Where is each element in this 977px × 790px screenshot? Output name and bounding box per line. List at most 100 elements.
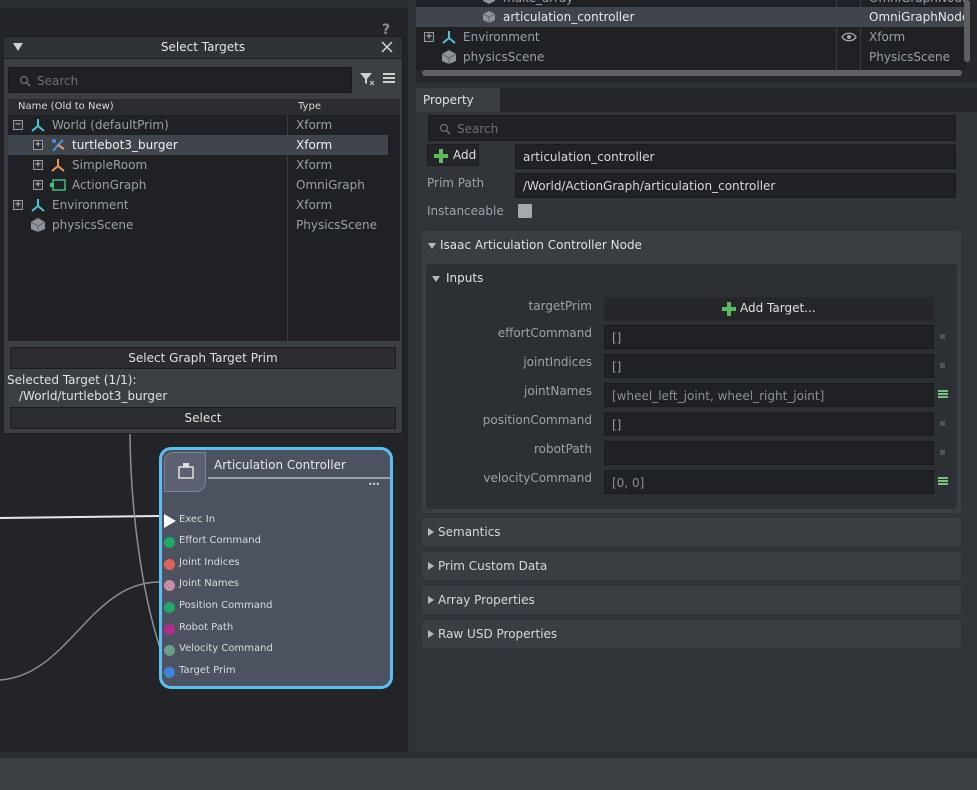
dialog-title: Select Targets xyxy=(160,40,246,54)
prim-name-field[interactable]: articulation_controller xyxy=(515,144,956,169)
section-expanded-icon[interactable] xyxy=(428,243,436,249)
prim-path-field[interactable]: /World/ActionGraph/articulation_controll… xyxy=(515,173,956,198)
node-section-title[interactable]: Isaac Articulation Controller Node xyxy=(440,238,642,252)
search-input[interactable]: Search xyxy=(8,67,352,93)
node-icon xyxy=(483,0,495,4)
stage-row-type: OmniGraphNode xyxy=(869,10,970,24)
input-label-robot-path: robotPath xyxy=(533,442,592,456)
filter-icon[interactable] xyxy=(359,71,375,87)
tree-row-name: SimpleRoom xyxy=(72,158,148,172)
position-command-default-marker[interactable] xyxy=(940,421,945,426)
selected-target-label: Selected Target (1/1): xyxy=(7,373,137,387)
col-type-header[interactable]: Type xyxy=(298,101,321,112)
tree-row-name: physicsScene xyxy=(52,218,134,232)
stage-row[interactable]: + Environment Xform xyxy=(416,27,966,47)
target-prim-port[interactable] xyxy=(164,667,175,678)
port-label-exec-in: Exec In xyxy=(179,514,216,525)
expand-toggle-icon[interactable]: + xyxy=(33,180,43,190)
section-array-properties[interactable]: Array Properties xyxy=(422,586,961,614)
section-semantics[interactable]: Semantics xyxy=(422,518,961,546)
tree-row[interactable]: − World (defaultPrim) Xform xyxy=(8,115,400,135)
tree-row[interactable]: + Environment Xform xyxy=(8,195,400,215)
position-command-port[interactable] xyxy=(164,602,175,613)
expand-toggle-icon[interactable]: + xyxy=(33,160,43,170)
stage-row[interactable]: physicsScene PhysicsScene xyxy=(416,47,966,67)
effort-command-field[interactable]: [] xyxy=(604,325,934,349)
velocity-command-port[interactable] xyxy=(164,645,175,656)
add-button[interactable]: Add xyxy=(427,144,479,166)
port-label-joint-indices: Joint Indices xyxy=(179,557,240,568)
expand-toggle-icon[interactable]: + xyxy=(424,32,434,42)
stage-row-type: PhysicsScene xyxy=(869,50,950,64)
exec-in-port[interactable] xyxy=(164,514,176,528)
stage-row-selected[interactable]: articulation_controller OmniGraphNode xyxy=(416,7,970,27)
collapse-toggle-icon[interactable]: − xyxy=(13,120,23,130)
tree-row-selected[interactable]: + turtlebot3_burger Xform xyxy=(8,135,388,155)
section-raw-usd-properties[interactable]: Raw USD Properties xyxy=(422,620,961,648)
dialog-titlebar[interactable]: Select Targets xyxy=(4,37,402,59)
tree-row[interactable]: physicsScene PhysicsScene xyxy=(8,215,400,235)
add-target-button[interactable]: Add Target... xyxy=(604,297,934,321)
position-command-field[interactable]: [] xyxy=(604,412,934,436)
tree-row[interactable]: + ActionGraph OmniGraph xyxy=(8,175,400,195)
stage-row-name: Environment xyxy=(463,30,540,44)
expand-toggle-icon[interactable]: + xyxy=(13,200,23,210)
joint-indices-default-marker[interactable] xyxy=(940,363,945,368)
node-icon-box xyxy=(164,452,206,492)
instanceable-checkbox[interactable] xyxy=(518,204,532,218)
effort-command-default-marker[interactable] xyxy=(940,334,945,339)
inputs-expanded-icon[interactable] xyxy=(432,276,440,282)
velocity-command-field[interactable]: [0, 0] xyxy=(604,470,934,494)
joint-names-port[interactable] xyxy=(164,580,175,591)
section-title: Semantics xyxy=(438,525,501,539)
joint-indices-field[interactable]: [] xyxy=(604,354,934,378)
stage-row-name: articulation_controller xyxy=(503,10,635,24)
tree-row-name: World (defaultPrim) xyxy=(52,118,169,132)
xform-icon xyxy=(31,119,45,132)
joint-indices-port[interactable] xyxy=(164,559,175,570)
exec-wire xyxy=(0,515,161,519)
robot-path-port[interactable] xyxy=(164,624,175,635)
panel-splitter[interactable] xyxy=(408,0,416,752)
omnigraph-icon xyxy=(50,179,66,191)
input-label-joint-indices: jointIndices xyxy=(523,355,592,369)
search-placeholder: Search xyxy=(457,122,499,136)
stage-vertical-scrollbar[interactable] xyxy=(964,0,970,62)
inputs-title[interactable]: Inputs xyxy=(446,271,483,285)
col-name-header[interactable]: Name (Old to New) xyxy=(18,101,114,112)
input-label-effort-command: effortCommand xyxy=(497,326,592,340)
expand-toggle-icon[interactable]: + xyxy=(33,140,43,150)
port-label-robot-path: Robot Path xyxy=(179,622,234,633)
velocity-command-connected-icon[interactable] xyxy=(938,477,948,485)
select-graph-target-prim-button[interactable]: Select Graph Target Prim xyxy=(10,347,396,369)
menu-icon[interactable] xyxy=(383,72,397,84)
joint-names-connected-icon[interactable] xyxy=(938,390,948,398)
close-icon[interactable] xyxy=(381,41,393,53)
port-label-target-prim: Target Prim xyxy=(179,665,236,676)
graph-top-strip xyxy=(0,0,408,8)
section-title: Prim Custom Data xyxy=(438,559,548,573)
select-button[interactable]: Select xyxy=(10,407,396,429)
search-icon xyxy=(439,123,451,135)
tree-row[interactable]: + SimpleRoom Xform xyxy=(8,155,400,175)
robot-path-default-marker[interactable] xyxy=(940,450,945,455)
robot-path-field[interactable] xyxy=(604,441,934,465)
stage-horizontal-scrollbar[interactable] xyxy=(422,70,962,76)
tab-property[interactable]: Property xyxy=(416,88,500,112)
port-label-position-command: Position Command xyxy=(179,600,273,611)
effort-command-port[interactable] xyxy=(164,537,175,548)
section-prim-custom-data[interactable]: Prim Custom Data xyxy=(422,552,961,580)
xform-icon xyxy=(31,199,45,212)
eye-icon[interactable] xyxy=(841,32,857,43)
joint-names-field[interactable]: [wheel_left_joint, wheel_right_joint] xyxy=(604,383,934,407)
stage-row-name: physicsScene xyxy=(463,50,545,64)
inputs-section: Inputs targetPrim Add Target... effortCo… xyxy=(426,264,957,509)
port-label-joint-names: Joint Names xyxy=(179,578,239,589)
property-search-input[interactable]: Search xyxy=(428,115,956,141)
node-section: Isaac Articulation Controller Node Input… xyxy=(422,231,961,513)
input-label-velocity-command: velocityCommand xyxy=(483,471,592,485)
articulation-controller-node[interactable]: Articulation Controller ••• Exec In Effo… xyxy=(159,447,393,689)
velocity-wire xyxy=(129,430,161,649)
node-type-icon xyxy=(178,463,194,479)
node-more-button[interactable]: ••• xyxy=(368,480,380,489)
